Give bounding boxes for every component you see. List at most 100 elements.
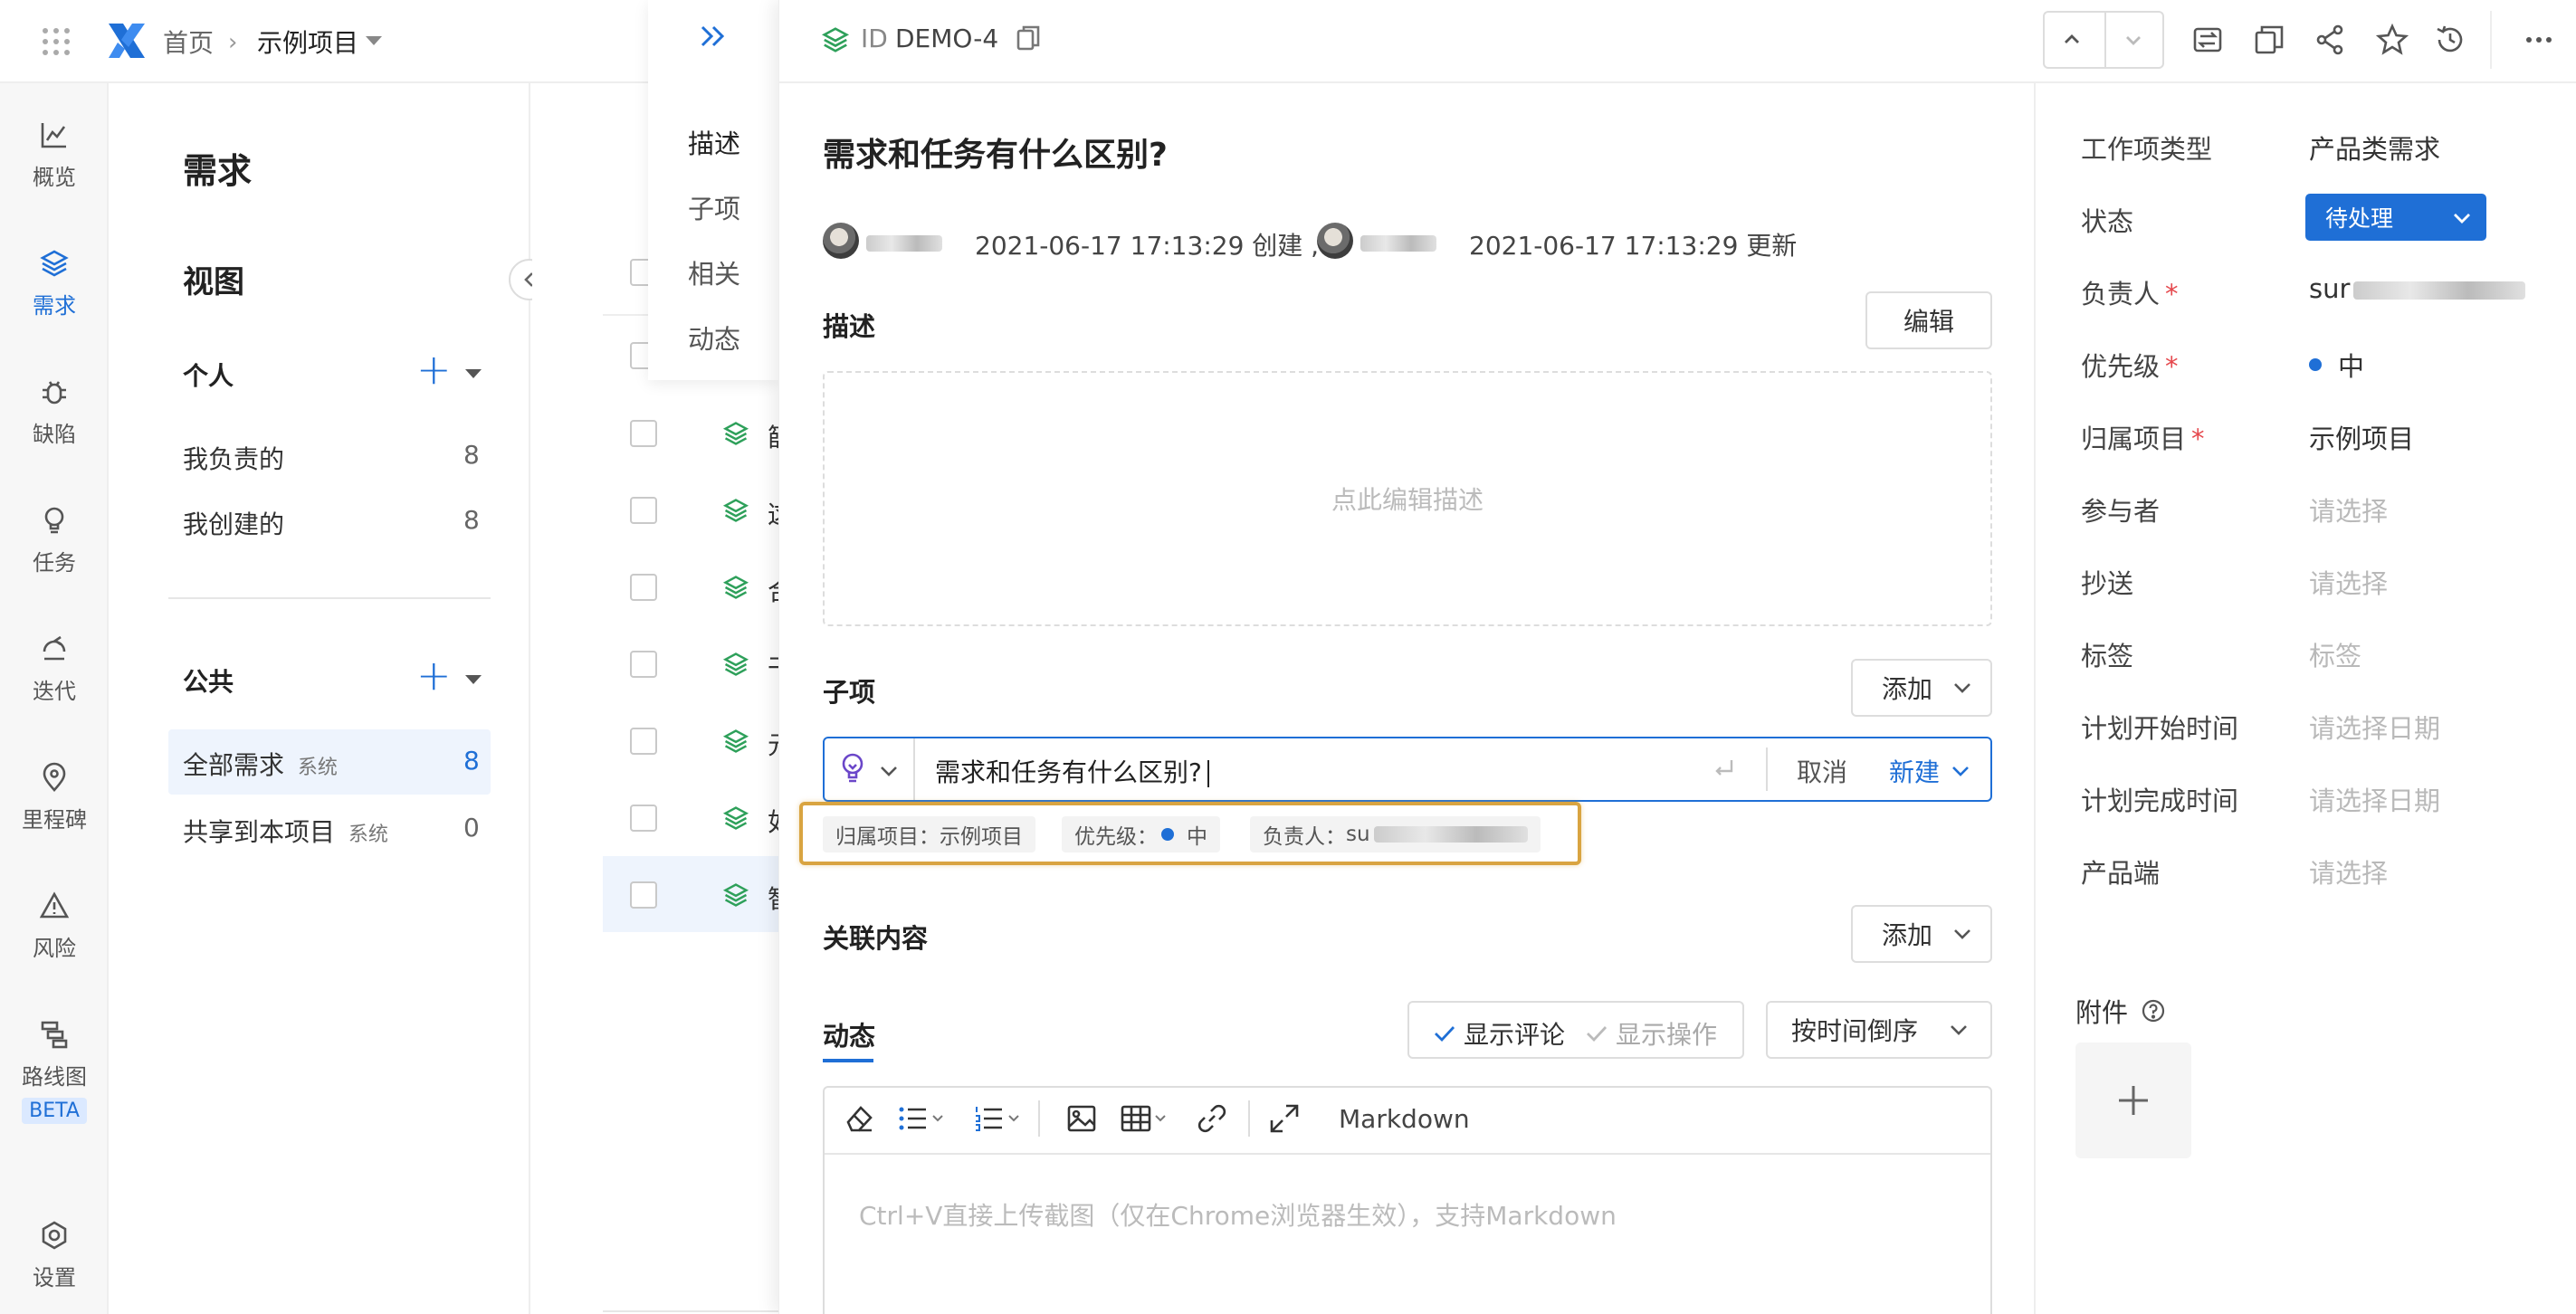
- nav-tasks[interactable]: 任务: [0, 505, 109, 576]
- activity-tab[interactable]: 动态: [823, 1015, 875, 1053]
- row-checkbox[interactable]: [630, 881, 657, 909]
- markdown-label[interactable]: Markdown: [1339, 1104, 1470, 1134]
- app-grid-icon[interactable]: [40, 25, 72, 58]
- item-title[interactable]: 需求和任务有什么区别?: [823, 129, 1168, 176]
- field-value-project[interactable]: 示例项目: [2309, 418, 2414, 456]
- field-label-assignee: 负责人 *: [2081, 279, 2179, 309]
- field-value-tags[interactable]: 标签: [2309, 635, 2361, 673]
- image-icon[interactable]: [1065, 1102, 1098, 1135]
- field-value-type[interactable]: 产品类需求: [2309, 129, 2440, 167]
- public-dropdown-icon[interactable]: [465, 675, 482, 684]
- share-icon[interactable]: [2314, 24, 2347, 56]
- cycle-icon: [43, 635, 66, 661]
- add-public-view-icon[interactable]: +: [416, 654, 452, 696]
- detail-panel: ID DEMO-4 需求和任务有什么区别? 2021-06-17 17:13:2…: [778, 0, 2576, 1314]
- show-operations-toggle[interactable]: 显示操作: [1585, 1015, 1717, 1052]
- nav-bugs[interactable]: 缺陷: [0, 376, 109, 448]
- create-subitem-button[interactable]: 新建: [1889, 753, 1940, 789]
- nav-settings[interactable]: 设置: [0, 1220, 109, 1291]
- field-value-product[interactable]: 请选择: [2309, 852, 2388, 890]
- created-timestamp: 2021-06-17 17:13:29 创建 ,: [975, 231, 1320, 261]
- type-dropdown-icon[interactable]: [879, 764, 899, 778]
- view-item-label[interactable]: 我创建的: [183, 505, 284, 541]
- edit-description-button[interactable]: 编辑: [1865, 291, 1992, 349]
- section-nav-description[interactable]: 描述: [688, 123, 740, 161]
- bulleted-list-icon[interactable]: [897, 1102, 948, 1135]
- view-item-count: 8: [463, 746, 480, 776]
- table-icon[interactable]: [1120, 1102, 1170, 1135]
- project-dropdown-icon[interactable]: [366, 36, 382, 45]
- field-label-type: 工作项类型: [2081, 134, 2213, 165]
- nav-iterations[interactable]: 迭代: [0, 633, 109, 705]
- link-icon[interactable]: [1196, 1102, 1228, 1135]
- editor-placeholder[interactable]: Ctrl+V直接上传截图（仅在Chrome浏览器生效），支持Markdown: [859, 1196, 1617, 1233]
- field-value-cc[interactable]: 请选择: [2309, 563, 2388, 601]
- nav-risks[interactable]: 风险: [0, 890, 109, 962]
- convert-icon[interactable]: [2191, 24, 2224, 56]
- assignee-chip[interactable]: 负责人： su: [1250, 816, 1541, 852]
- nav-label: 迭代: [33, 679, 76, 704]
- cancel-button[interactable]: 取消: [1797, 753, 1847, 789]
- priority-chip[interactable]: 优先级： 中: [1062, 816, 1220, 852]
- copy-icon[interactable]: [1015, 24, 1042, 52]
- add-label: 添加: [1882, 674, 1933, 704]
- row-checkbox[interactable]: [630, 497, 657, 524]
- row-checkbox[interactable]: [630, 420, 657, 447]
- nav-label: 需求: [33, 293, 76, 319]
- breadcrumb-home[interactable]: 首页: [163, 24, 214, 60]
- duplicate-icon[interactable]: [2253, 24, 2285, 56]
- chip-label: 优先级：: [1074, 825, 1158, 849]
- nav-roadmap[interactable]: 路线图 BETA: [0, 1019, 109, 1124]
- show-comments-toggle[interactable]: 显示评论: [1433, 1015, 1565, 1052]
- field-value-participants[interactable]: 请选择: [2309, 490, 2388, 528]
- field-value-priority[interactable]: 中: [2309, 346, 2364, 384]
- previous-item-icon[interactable]: [2059, 27, 2085, 52]
- logo-icon[interactable]: [105, 20, 148, 62]
- description-editor[interactable]: 点此编辑描述: [823, 371, 1992, 626]
- row-checkbox[interactable]: [630, 728, 657, 755]
- field-value-plan-end[interactable]: 请选择日期: [2309, 780, 2440, 818]
- public-group-title: 公共: [183, 667, 234, 697]
- add-related-button[interactable]: 添加: [1851, 905, 1992, 963]
- nav-milestones[interactable]: 里程碑: [0, 762, 109, 833]
- eraser-icon[interactable]: [843, 1102, 875, 1135]
- star-icon[interactable]: [2376, 24, 2409, 56]
- add-subitem-button[interactable]: 添加: [1851, 659, 1992, 717]
- history-icon[interactable]: [2434, 24, 2466, 56]
- add-attachment-button[interactable]: [2075, 1043, 2191, 1158]
- row-checkbox[interactable]: [630, 651, 657, 678]
- more-icon[interactable]: [2523, 24, 2555, 56]
- status-select[interactable]: 待处理: [2305, 194, 2486, 241]
- next-item-icon[interactable]: [2121, 27, 2146, 52]
- help-circle-icon[interactable]: [2141, 998, 2166, 1024]
- row-checkbox[interactable]: [630, 805, 657, 832]
- nav-label: 任务: [33, 550, 76, 576]
- row-checkbox[interactable]: [630, 574, 657, 601]
- active-tab-indicator: [823, 1059, 873, 1062]
- view-item-label[interactable]: 共享到本项目 系统: [183, 813, 388, 849]
- add-label: 添加: [1882, 920, 1933, 950]
- section-nav-subitems[interactable]: 子项: [688, 188, 740, 226]
- numbered-list-icon[interactable]: [973, 1102, 1024, 1135]
- project-chip[interactable]: 归属项目： 示例项目: [823, 816, 1035, 852]
- nav-overview[interactable]: 概览: [0, 119, 109, 191]
- nav-requirements[interactable]: 需求: [0, 248, 109, 319]
- creator-avatar: [823, 223, 859, 259]
- section-nav-activity[interactable]: 动态: [688, 319, 740, 357]
- personal-dropdown-icon[interactable]: [465, 369, 482, 378]
- lightbulb-icon[interactable]: [837, 751, 868, 786]
- section-nav-related[interactable]: 相关: [688, 253, 740, 291]
- field-value-plan-start[interactable]: 请选择日期: [2309, 708, 2440, 746]
- view-item-label[interactable]: 全部需求 系统: [183, 746, 338, 782]
- sort-select[interactable]: 按时间倒序: [1766, 1001, 1992, 1059]
- expand-icon[interactable]: [699, 24, 728, 49]
- create-dropdown-icon[interactable]: [1951, 764, 1970, 778]
- fullscreen-icon[interactable]: [1268, 1102, 1301, 1135]
- view-item-label[interactable]: 我负责的: [183, 440, 284, 476]
- subitem-title-input[interactable]: 需求和任务有什么区别?: [935, 753, 1209, 789]
- layers-icon: [722, 422, 749, 445]
- field-value-assignee[interactable]: sur: [2309, 273, 2526, 304]
- add-personal-view-icon[interactable]: +: [416, 348, 452, 390]
- views-section-title: 视图: [183, 264, 244, 300]
- breadcrumb-project[interactable]: 示例项目: [257, 24, 358, 60]
